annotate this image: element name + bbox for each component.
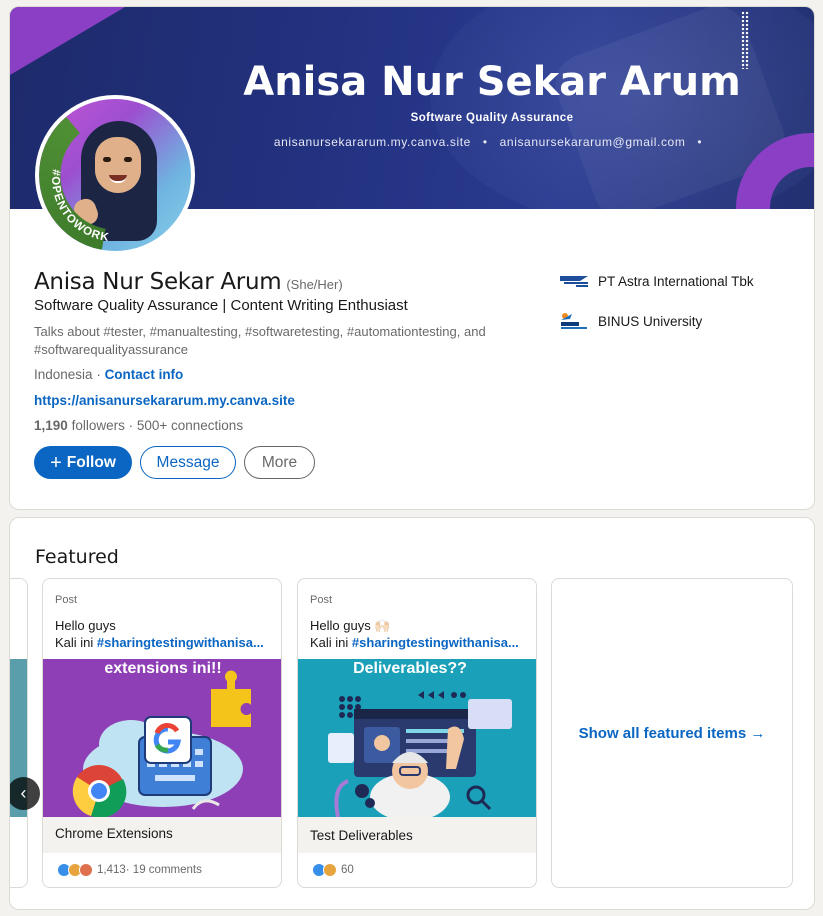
featured-carousel: ‹ Post Hello guys Kali ini #sharingtesti… (10, 578, 814, 890)
featured-item-reactions[interactable]: 60 (312, 863, 354, 877)
profile-headline: Software Quality Assurance | Content Wri… (34, 297, 408, 314)
contact-info-link[interactable]: Contact info (105, 367, 184, 382)
banner-email: anisanursekararum@gmail.com (499, 135, 686, 149)
comments-count: · 19 comments (125, 864, 202, 876)
celebrate-reaction-icon (323, 863, 337, 877)
carousel-prev-button[interactable]: ‹ (10, 777, 40, 810)
hashtag-link[interactable]: #sharingtestingwithanisa... (352, 635, 519, 650)
education-school[interactable]: BINUS University (558, 310, 702, 332)
followers-label: followers (71, 418, 125, 433)
featured-item-caption: Test Deliverables (310, 828, 413, 843)
featured-item[interactable]: Post Hello guys Kali ini #sharingtesting… (42, 578, 282, 888)
current-company-name: PT Astra International Tbk (598, 273, 754, 289)
plus-icon: + (50, 451, 62, 474)
current-company[interactable]: PT Astra International Tbk (558, 270, 754, 292)
chevron-left-icon: ‹ (20, 783, 27, 803)
astra-logo-icon (558, 270, 590, 292)
featured-item-text: Hello guys Kali ini #sharingtestingwitha… (55, 618, 264, 650)
connections-count[interactable]: 500+ connections (137, 418, 243, 433)
featured-image-headline: Deliverables?? (353, 660, 467, 677)
open-to-work-ring (39, 99, 191, 251)
followers-count[interactable]: 1,190 (34, 418, 68, 433)
show-all-featured-card[interactable]: Show all featured items → (551, 578, 793, 888)
featured-item-type: Post (55, 594, 78, 606)
profile-network-stats: 1,190 followers · 500+ connections (34, 418, 244, 433)
profile-card: Anisa Nur Sekar Arum Software Quality As… (9, 6, 815, 510)
featured-item-partial[interactable] (10, 578, 28, 888)
hashtag-link[interactable]: #sharingtestingwithanisa... (97, 635, 264, 650)
featured-item[interactable]: Post Hello guys 🙌🏻 Kali ini #sharingtest… (297, 578, 537, 888)
featured-title: Featured (35, 546, 119, 568)
education-school-name: BINUS University (598, 313, 703, 329)
featured-item-text: Hello guys 🙌🏻 Kali ini #sharingtestingwi… (310, 618, 519, 650)
reactions-count: 1,413 (97, 864, 126, 876)
profile-name: Anisa Nur Sekar Arum (34, 269, 282, 295)
featured-item-type: Post (310, 594, 333, 606)
show-all-featured-link[interactable]: Show all featured items → (579, 725, 766, 742)
profile-location-row: Indonesia · Contact info (34, 367, 184, 382)
featured-image-headline: extensions ini!! (104, 660, 221, 677)
profile-topics: Talks about #tester, #manualtesting, #so… (34, 324, 486, 357)
banner-website: anisanursekararum.my.canva.site (273, 135, 471, 149)
avatar-photo: #OPENTOWORK (39, 99, 191, 251)
profile-location: Indonesia (34, 367, 93, 382)
reactions-count: 60 (341, 864, 354, 876)
love-reaction-icon (79, 863, 93, 877)
profile-pronouns: (She/Her) (286, 277, 343, 292)
profile-name-row: Anisa Nur Sekar Arum (She/Her) (34, 269, 343, 295)
message-button[interactable]: Message (140, 446, 236, 479)
featured-section: Featured ‹ Post Hello guys Kali ini #sha… (9, 517, 815, 910)
featured-item-image: Deliverables?? (298, 659, 536, 817)
profile-website-link[interactable]: https://anisanursekararum.my.canva.site (34, 393, 295, 408)
avatar[interactable]: #OPENTOWORK (35, 95, 195, 255)
binus-logo-icon (558, 310, 590, 332)
more-button[interactable]: More (244, 446, 315, 479)
featured-item-reactions[interactable]: 1,413 · 19 comments (57, 863, 202, 877)
follow-button[interactable]: + Follow (34, 446, 132, 479)
profile-actions: + Follow Message More (34, 446, 315, 479)
featured-item-image: extensions ini!! (43, 659, 281, 817)
featured-item-caption: Chrome Extensions (55, 826, 173, 841)
